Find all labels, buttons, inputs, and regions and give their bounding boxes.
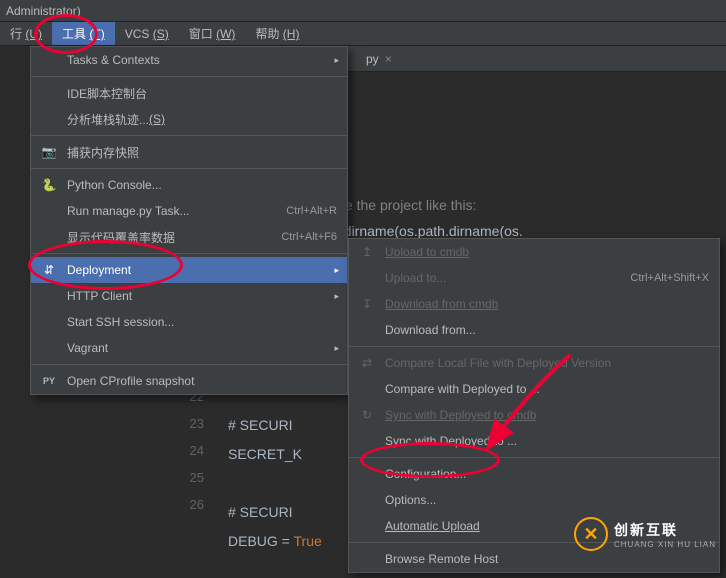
tools-dropdown: Tasks & Contexts▸ IDE脚本控制台 分析堆栈轨迹... (S)… <box>30 46 348 395</box>
menu-ide-console[interactable]: IDE脚本控制台 <box>31 80 347 106</box>
logo-text-en: CHUANG XIN HU LIAN <box>614 540 716 549</box>
window-title: Administrator) <box>6 4 81 18</box>
camera-icon: 📷 <box>41 144 57 160</box>
close-icon[interactable]: × <box>385 52 392 66</box>
sync-icon: ↻ <box>359 407 375 423</box>
chevron-right-icon: ▸ <box>334 265 339 276</box>
deploy-icon: ⇵ <box>41 262 57 278</box>
chevron-right-icon: ▸ <box>334 343 339 354</box>
menu-compare-local: ⇄Compare Local File with Deployed Versio… <box>349 350 719 376</box>
menu-download-from-any[interactable]: Download from... <box>349 317 719 343</box>
menu-window[interactable]: 窗口 (W) <box>179 22 246 45</box>
menu-separator <box>349 346 719 347</box>
menu-ssh[interactable]: Start SSH session... <box>31 309 347 335</box>
menu-capture-snapshot[interactable]: 📷捕获内存快照 <box>31 139 347 165</box>
menu-compare-deployed[interactable]: Compare with Deployed to ... <box>349 376 719 402</box>
menu-sync-cmdb: ↻Sync with Deployed to cmdb <box>349 402 719 428</box>
menu-http-client[interactable]: HTTP Client▸ <box>31 283 347 309</box>
menu-python-console[interactable]: 🐍Python Console... <box>31 172 347 198</box>
python-icon: 🐍 <box>41 177 57 193</box>
editor-tab[interactable]: py× <box>358 52 400 66</box>
menu-separator <box>31 253 347 254</box>
upload-icon: ↥ <box>359 244 375 260</box>
menu-sync-deployed[interactable]: Sync with Deployed to ... <box>349 428 719 454</box>
menu-help[interactable]: 帮助 (H) <box>245 22 309 45</box>
menu-upload-to: ↥Upload to cmdb <box>349 239 719 265</box>
menu-download-from: ↧Download from cmdb <box>349 291 719 317</box>
menu-vagrant[interactable]: Vagrant▸ <box>31 335 347 361</box>
download-icon: ↧ <box>359 296 375 312</box>
menu-upload-to-any: Upload to...Ctrl+Alt+Shift+X <box>349 265 719 291</box>
menu-tools[interactable]: 工具 (T) <box>52 22 115 45</box>
watermark-logo: ✕ 创新互联 CHUANG XIN HU LIAN <box>574 517 716 551</box>
menu-coverage[interactable]: 显示代码覆盖率数据Ctrl+Alt+F6 <box>31 224 347 250</box>
menu-vcs[interactable]: VCS (S) <box>115 22 179 45</box>
logo-icon: ✕ <box>574 517 608 551</box>
menu-separator <box>31 364 347 365</box>
title-bar: Administrator) <box>0 0 726 22</box>
menu-cprofile[interactable]: PYOpen CProfile snapshot <box>31 368 347 394</box>
menu-separator <box>31 76 347 77</box>
menu-separator <box>31 135 347 136</box>
menu-separator <box>349 457 719 458</box>
menu-configuration[interactable]: Configuration... <box>349 461 719 487</box>
menu-tasks[interactable]: Tasks & Contexts▸ <box>31 47 347 73</box>
menu-run[interactable]: 行 (U) <box>0 22 52 45</box>
compare-icon: ⇄ <box>359 355 375 371</box>
menu-separator <box>31 168 347 169</box>
chevron-right-icon: ▸ <box>334 291 339 302</box>
menu-bar: 行 (U) 工具 (T) VCS (S) 窗口 (W) 帮助 (H) <box>0 22 726 46</box>
chevron-right-icon: ▸ <box>334 55 339 66</box>
py-icon: PY <box>41 373 57 389</box>
menu-deployment[interactable]: ⇵Deployment▸ <box>31 257 347 283</box>
menu-options[interactable]: Options... <box>349 487 719 513</box>
menu-run-manage[interactable]: Run manage.py Task...Ctrl+Alt+R <box>31 198 347 224</box>
menu-stack-trace[interactable]: 分析堆栈轨迹... (S) <box>31 106 347 132</box>
logo-text-cn: 创新互联 <box>614 520 716 540</box>
